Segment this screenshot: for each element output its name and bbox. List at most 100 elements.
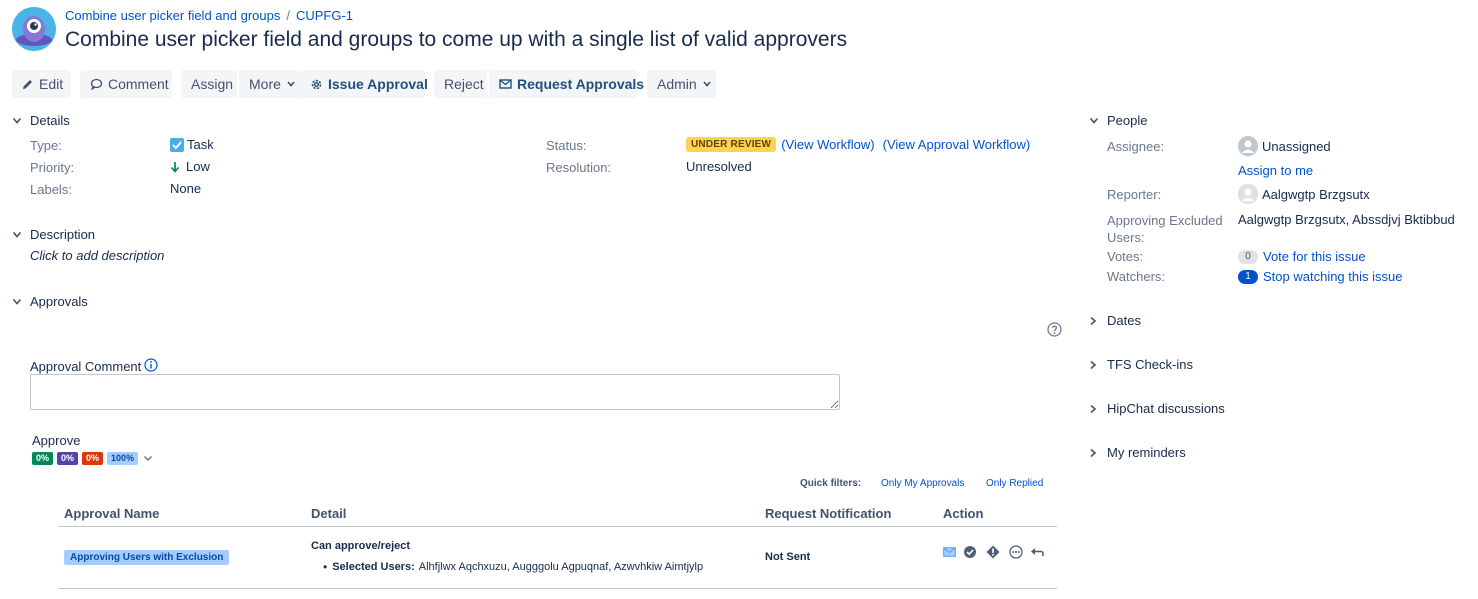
watchers-label: Watchers: [1107,269,1166,284]
hipchat-module-toggle[interactable]: HipChat discussions [1089,401,1225,416]
approving-excluded-label-line2: Users: [1107,230,1145,245]
labels-label: Labels: [30,182,72,197]
dates-module-toggle[interactable]: Dates [1089,313,1141,328]
breadcrumb-separator: / [286,8,290,23]
comment-button[interactable]: Comment [80,70,172,98]
labels-value[interactable]: None [170,181,201,196]
rejected-percent-pill: 0% [82,452,104,465]
avatar [1238,136,1258,156]
selected-users-label: Selected Users: [332,561,415,573]
comment-label: Comment [108,76,169,92]
column-approval-name: Approval Name [58,502,305,527]
approval-detail-cell: Can approve/reject • Selected Users: Alh… [305,526,759,589]
remaining-percent-pill: 100% [107,452,139,465]
vote-for-issue-link[interactable]: Vote for this issue [1263,249,1366,264]
reject-label: Reject [444,76,484,92]
priority-text: Low [186,159,210,174]
watchers-value: 1 Stop watching this issue [1238,269,1402,284]
chevron-right-icon [1089,360,1107,370]
reporter-value: Aalgwgtp Brzgsutx [1238,184,1370,204]
detail-title: Can approve/reject [311,540,411,552]
action-cell [937,526,1057,589]
breadcrumb: Combine user picker field and groups / CUP… [65,8,353,23]
admin-button[interactable]: Admin [647,70,716,98]
votes-count-badge: 0 [1238,249,1258,264]
envelope-icon[interactable] [943,547,956,557]
project-avatar[interactable] [12,7,56,51]
assign-to-me-link[interactable]: Assign to me [1238,163,1313,178]
details-heading: Details [30,113,70,128]
request-approvals-label: Request Approvals [517,76,645,92]
details-module-toggle[interactable]: Details [12,113,70,128]
chevron-right-icon [1089,448,1107,458]
table-row: Approving Users with Exclusion Can appro… [58,526,1057,589]
stop-watching-link[interactable]: Stop watching this issue [1263,269,1402,284]
approval-comment-input[interactable] [30,374,840,410]
votes-label: Votes: [1107,249,1144,264]
people-heading: People [1107,113,1148,128]
chevron-right-icon [1089,404,1107,414]
issue-approval-label: Issue Approval [328,76,428,92]
issue-toolbar: Edit Comment Assign More Issue Approval … [12,70,725,98]
type-label: Type: [30,138,62,153]
request-approvals-button[interactable]: Request Approvals [489,70,644,98]
issue-summary[interactable]: Combine user picker field and groups to … [65,28,847,52]
chevron-down-icon[interactable] [143,455,153,462]
task-icon [170,137,184,152]
approval-name-tag[interactable]: Approving Users with Exclusion [64,550,230,565]
selected-users-value: Alhfjlwx Aqchxuzu, Augggolu Agpuqnaf, Az… [418,561,704,573]
breadcrumb-project-link[interactable]: Combine user picker field and groups [65,8,280,23]
avatar [1238,184,1258,204]
approved-percent-pill: 0% [32,452,54,465]
tfs-checkins-heading: TFS Check-ins [1107,357,1193,372]
reporter-label: Reporter: [1107,187,1162,202]
bullet-icon: • [323,560,328,574]
chevron-right-icon [1089,316,1107,326]
approvals-heading: Approvals [30,294,88,309]
approval-comment-label-row: Approval Comment [30,357,158,374]
reject-button[interactable]: Reject [434,70,487,98]
info-icon[interactable] [144,357,158,372]
filter-only-my-approvals[interactable]: Only My Approvals [881,478,964,489]
chevron-down-icon [1089,117,1107,125]
notification-cell: Not Sent [759,526,937,589]
type-text: Task [187,137,214,152]
column-detail: Detail [305,502,759,527]
tfs-checkins-module-toggle[interactable]: TFS Check-ins [1089,357,1193,372]
approve-check-icon[interactable] [963,545,977,559]
priority-label: Priority: [30,160,75,175]
assignee-text: Unassigned [1262,138,1331,154]
view-approval-workflow-link[interactable]: (View Approval Workflow) [883,137,1031,152]
pencil-icon [22,78,34,90]
reporter-text[interactable]: Aalgwgtp Brzgsutx [1262,187,1370,202]
more-options-icon[interactable] [1009,545,1023,559]
assignee-label: Assignee: [1107,139,1165,154]
issue-approval-button[interactable]: Issue Approval [300,70,428,98]
reject-diamond-icon[interactable] [986,545,1000,559]
description-placeholder[interactable]: Click to add description [30,248,164,263]
approval-name-cell: Approving Users with Exclusion [58,526,305,589]
type-value: Task [170,137,214,152]
hipchat-heading: HipChat discussions [1107,401,1225,416]
edit-label: Edit [39,76,64,92]
reply-icon[interactable] [1030,546,1044,558]
approving-excluded-users-label: Approving Excluded Users: [1107,212,1223,246]
chevron-down-icon [287,81,295,87]
chevron-down-icon [703,81,711,87]
approvals-module-toggle[interactable]: Approvals [12,294,88,309]
reminders-module-toggle[interactable]: My reminders [1089,445,1186,460]
more-button[interactable]: More [239,70,300,98]
edit-button[interactable]: Edit [12,70,71,98]
filter-only-replied[interactable]: Only Replied [986,478,1043,489]
view-workflow-link[interactable]: (View Workflow) [781,137,874,152]
arrow-down-icon [170,161,180,173]
help-icon[interactable] [1047,322,1062,340]
approval-comment-label: Approval Comment [30,359,142,374]
assign-button[interactable]: Assign [181,70,237,98]
column-request-notification: Request Notification [759,502,937,527]
breadcrumb-issue-key-link[interactable]: CUPFG-1 [296,8,353,23]
table-header-row: Approval Name Detail Request Notificatio… [58,502,1057,527]
description-module-toggle[interactable]: Description [12,227,95,242]
people-module-toggle[interactable]: People [1089,113,1147,128]
more-label: More [249,76,281,92]
